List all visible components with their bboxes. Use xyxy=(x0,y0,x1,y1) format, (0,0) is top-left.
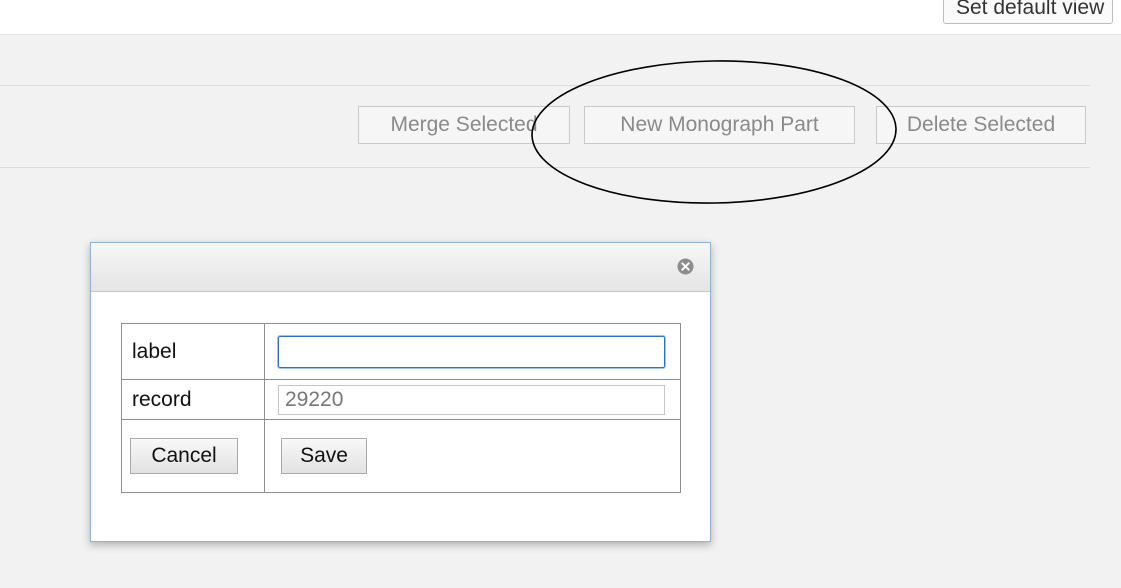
cancel-button[interactable]: Cancel xyxy=(130,438,238,474)
cancel-cell: Cancel xyxy=(121,419,265,493)
part-form-table: label record Cancel Save xyxy=(121,323,681,493)
close-icon[interactable] xyxy=(677,258,694,275)
form-row-record: record xyxy=(121,379,681,420)
record-field-cell xyxy=(264,379,681,420)
new-monograph-part-button[interactable]: New Monograph Part xyxy=(584,106,855,144)
top-header-strip: Set default view xyxy=(0,0,1121,35)
label-field-label: label xyxy=(121,323,265,380)
record-field-label: record xyxy=(121,379,265,420)
set-default-view-button[interactable]: Set default view xyxy=(943,0,1113,24)
form-row-actions: Cancel Save xyxy=(121,419,681,493)
toolbar-divider-bottom xyxy=(0,167,1090,168)
new-part-dialog: label record Cancel Save xyxy=(90,242,711,542)
save-cell: Save xyxy=(264,419,681,493)
toolbar-divider-top xyxy=(0,85,1090,86)
form-row-label: label xyxy=(121,323,681,380)
label-field-cell xyxy=(264,323,681,380)
merge-selected-button[interactable]: Merge Selected xyxy=(358,106,570,144)
dialog-titlebar xyxy=(91,243,710,292)
delete-selected-button[interactable]: Delete Selected xyxy=(876,106,1086,144)
record-input[interactable] xyxy=(278,384,665,415)
label-input[interactable] xyxy=(277,334,666,369)
save-button[interactable]: Save xyxy=(281,438,367,474)
